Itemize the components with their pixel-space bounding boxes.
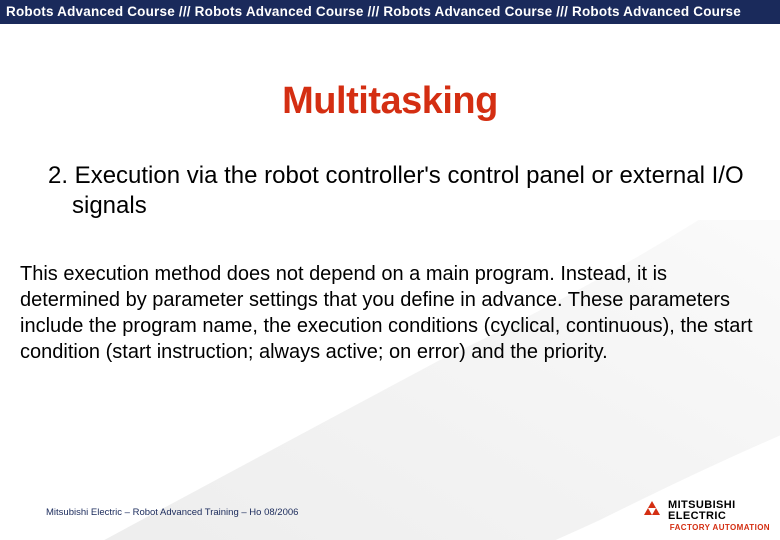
logo-tagline: FACTORY AUTOMATION (640, 523, 770, 532)
slide-subheading: 2. Execution via the robot controller's … (24, 161, 748, 221)
slide-body: This execution method does not depend on… (20, 261, 754, 365)
header-text: Robots Advanced Course /// Robots Advanc… (6, 4, 741, 19)
footer-text: Mitsubishi Electric – Robot Advanced Tra… (46, 507, 298, 518)
logo-line2: ELECTRIC (668, 511, 736, 522)
slide: Robots Advanced Course /// Robots Advanc… (0, 0, 780, 540)
header-bar: Robots Advanced Course /// Robots Advanc… (0, 0, 780, 24)
brand-logo: MITSUBISHI ELECTRIC FACTORY AUTOMATION (640, 500, 770, 532)
slide-title: Multitasking (0, 80, 780, 123)
mitsubishi-mark-icon (640, 501, 664, 521)
